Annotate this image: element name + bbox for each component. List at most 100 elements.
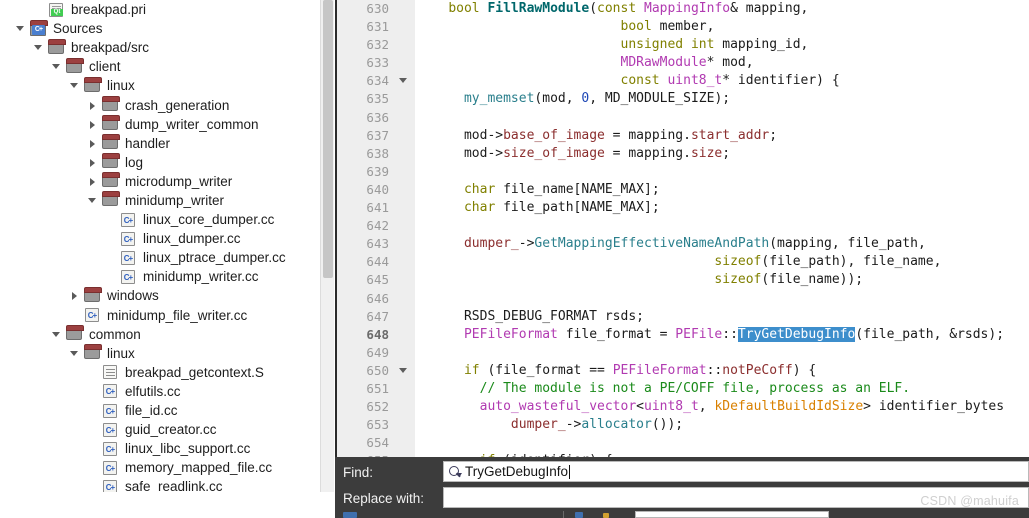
tree-item-label: common <box>89 326 141 342</box>
chevron-down-icon[interactable] <box>12 19 29 38</box>
code-token: -> <box>487 127 504 143</box>
tree-item-elfutils-cc[interactable]: C+ elfutils.cc <box>0 382 320 401</box>
chevron-down-icon[interactable] <box>84 191 101 210</box>
code-line[interactable]: // The module is not a PE/COFF file, pro… <box>415 380 1029 398</box>
tree-item-minidump-writer-cc[interactable]: C+ minidump_writer.cc <box>0 267 320 286</box>
tree-arrow-placeholder <box>102 248 119 267</box>
code-line[interactable]: sizeof(file_path), file_name, <box>415 253 1029 271</box>
chevron-right-icon[interactable] <box>84 172 101 191</box>
find-suggestion-popup[interactable] <box>635 511 829 518</box>
line-number: 652 <box>337 398 415 416</box>
tree-item-linux[interactable]: linux <box>0 344 320 363</box>
code-line[interactable]: mod->size_of_image = mapping.size; <box>415 145 1029 163</box>
code-line[interactable]: sizeof(file_name)); <box>415 271 1029 289</box>
code-line[interactable] <box>415 217 1029 235</box>
code-line[interactable]: PEFileFormat file_format = PEFile::TryGe… <box>415 326 1029 344</box>
tree-item-crash-generation[interactable]: crash_generation <box>0 95 320 114</box>
code-line[interactable]: if (file_format == PEFileFormat::notPeCo… <box>415 362 1029 380</box>
tree-item-linux-dumper-cc[interactable]: C+ linux_dumper.cc <box>0 229 320 248</box>
chevron-right-icon[interactable] <box>84 96 101 115</box>
tree-item-dump-writer-common[interactable]: dump_writer_common <box>0 115 320 134</box>
search-icon[interactable] <box>447 464 465 480</box>
chevron-right-icon[interactable] <box>84 134 101 153</box>
find-input-value[interactable]: TryGetDebugInfo <box>465 464 568 479</box>
code-line[interactable]: char file_name[NAME_MAX]; <box>415 181 1029 199</box>
fold-toggle-icon[interactable] <box>399 367 407 373</box>
code-line[interactable]: dumper_->GetMappingEffectiveNameAndPath(… <box>415 235 1029 253</box>
line-number-text: 653 <box>366 417 389 433</box>
tree-item-minidump-file-writer-cc[interactable]: C+ minidump_file_writer.cc <box>0 306 320 325</box>
code-line[interactable]: bool FillRawModule(const MappingInfo& ma… <box>415 0 1029 18</box>
tree-item-label: linux_core_dumper.cc <box>143 212 275 228</box>
find-next-button[interactable] <box>575 512 583 518</box>
code-token: my_memset <box>463 91 535 107</box>
tree-item-breakpad-getcontext-s[interactable]: breakpad_getcontext.S <box>0 363 320 382</box>
code-token: RSDS_DEBUG_FORMAT rsds; <box>417 308 644 324</box>
code-line[interactable]: my_memset(mod, 0, MD_MODULE_SIZE); <box>415 90 1029 108</box>
line-number-text: 630 <box>366 1 389 16</box>
line-number-text: 651 <box>366 380 389 396</box>
chevron-right-icon[interactable] <box>84 153 101 172</box>
tree-item-handler[interactable]: handler <box>0 134 320 153</box>
code-line[interactable]: char file_path[NAME_MAX]; <box>415 199 1029 217</box>
find-replace-bar[interactable]: Find: TryGetDebugInfo Replace with: <box>335 457 1029 518</box>
chevron-down-icon[interactable] <box>66 344 83 363</box>
code-line[interactable]: MDRawModule* mod, <box>415 54 1029 72</box>
code-line[interactable] <box>415 290 1029 308</box>
code-line[interactable]: auto_wasteful_vector<uint8_t, kDefaultBu… <box>415 398 1029 416</box>
code-line[interactable]: bool member, <box>415 18 1029 36</box>
code-line[interactable]: mod->base_of_image = mapping.start_addr; <box>415 127 1029 145</box>
tree-vertical-scrollbar[interactable] <box>320 0 334 518</box>
folder-icon <box>101 96 120 113</box>
tree-item-client[interactable]: client <box>0 57 320 76</box>
code-token: base_of_image <box>503 127 605 143</box>
tree-item-breakpad-pri[interactable]: breakpad.pri <box>0 0 320 19</box>
chevron-down-icon[interactable] <box>66 76 83 95</box>
tree-scrollbar-thumb[interactable] <box>323 0 333 278</box>
chevron-down-icon[interactable] <box>30 38 47 57</box>
tree-item-linux[interactable]: linux <box>0 76 320 95</box>
code-token: sizeof <box>714 272 762 288</box>
chevron-down-icon[interactable] <box>48 57 65 76</box>
tree-item-sources[interactable]: Sources <box>0 19 320 38</box>
find-previous-button[interactable] <box>343 512 357 518</box>
tree-item-file-id-cc[interactable]: C+ file_id.cc <box>0 401 320 420</box>
code-text-area[interactable]: bool FillRawModule(const MappingInfo& ma… <box>415 0 1029 518</box>
code-editor[interactable]: 630 631 632 633 634 635 636 637 638 639 640 641 642 6… <box>335 0 1029 518</box>
tree-item-minidump-writer[interactable]: minidump_writer <box>0 191 320 210</box>
line-number: 647 <box>337 308 415 326</box>
code-line[interactable]: RSDS_DEBUG_FORMAT rsds; <box>415 308 1029 326</box>
code-line[interactable]: unsigned int mapping_id, <box>415 36 1029 54</box>
code-line[interactable] <box>415 344 1029 362</box>
tree-item-windows[interactable]: windows <box>0 286 320 305</box>
tree-item-microdump-writer[interactable]: microdump_writer <box>0 172 320 191</box>
code-line[interactable]: const uint8_t* identifier) { <box>415 72 1029 90</box>
line-number-text: 641 <box>366 200 389 216</box>
project-file-tree[interactable]: breakpad.pri Sources breakpad/src client lin… <box>0 0 320 518</box>
tree-item-memory-mapped-file-cc[interactable]: C+ memory_mapped_file.cc <box>0 458 320 477</box>
chevron-down-icon[interactable] <box>48 325 65 344</box>
tree-item-linux-core-dumper-cc[interactable]: C+ linux_core_dumper.cc <box>0 210 320 229</box>
code-line[interactable] <box>415 163 1029 181</box>
fold-toggle-icon[interactable] <box>399 78 407 84</box>
tree-arrow-placeholder <box>30 0 47 19</box>
tree-item-common[interactable]: common <box>0 325 320 344</box>
code-line[interactable] <box>415 109 1029 127</box>
cpp-file-icon: C+ <box>119 250 138 266</box>
code-line[interactable] <box>415 434 1029 452</box>
code-token: (file_name)); <box>761 272 864 288</box>
find-input[interactable]: TryGetDebugInfo <box>443 461 1029 482</box>
tree-item-log[interactable]: log <box>0 153 320 172</box>
tree-item-breakpad-src[interactable]: breakpad/src <box>0 38 320 57</box>
case-sensitive-toggle[interactable] <box>603 513 609 518</box>
chevron-right-icon[interactable] <box>84 115 101 134</box>
selected-token: TryGetDebugInfo <box>737 326 856 342</box>
code-line[interactable]: dumper_->allocator()); <box>415 416 1029 434</box>
tree-item-linux-libc-support-cc[interactable]: C+ linux_libc_support.cc <box>0 439 320 458</box>
tree-arrow-placeholder <box>84 420 101 439</box>
tree-item-label: file_id.cc <box>125 403 178 419</box>
tree-item-linux-ptrace-dumper-cc[interactable]: C+ linux_ptrace_dumper.cc <box>0 248 320 267</box>
tree-item-guid-creator-cc[interactable]: C+ guid_creator.cc <box>0 420 320 439</box>
chevron-right-icon[interactable] <box>66 286 83 305</box>
